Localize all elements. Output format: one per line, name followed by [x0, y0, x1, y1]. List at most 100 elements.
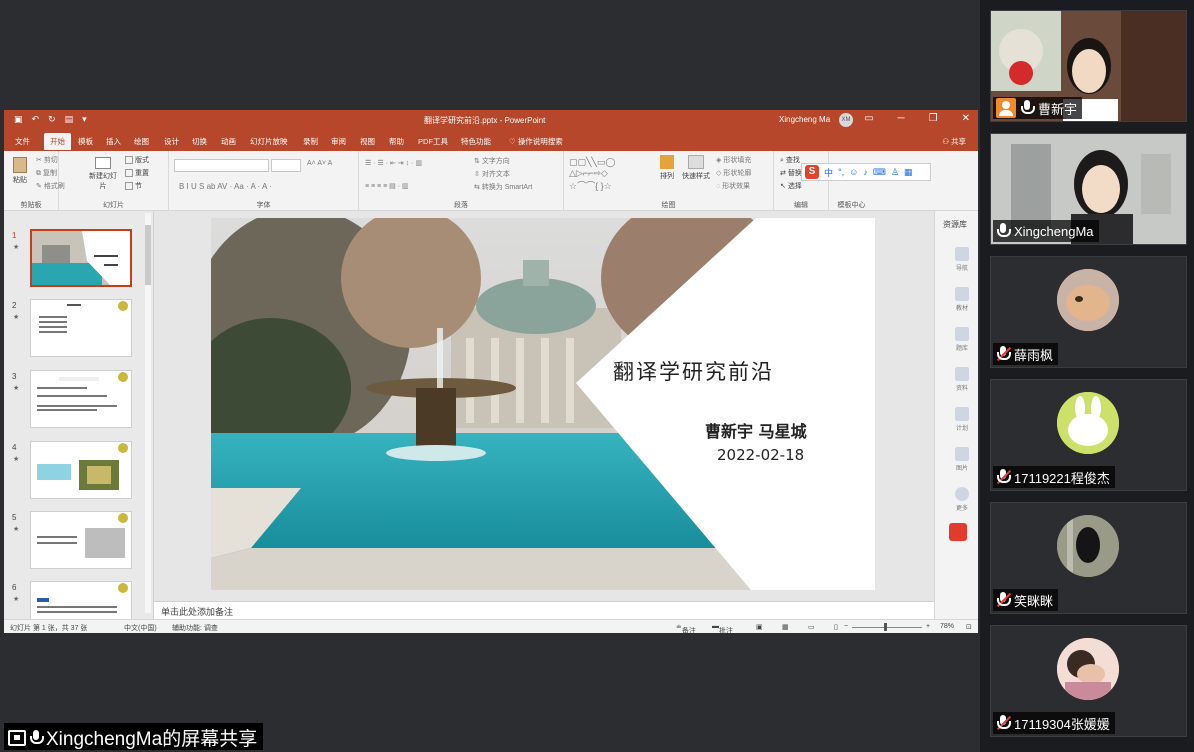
slide-thumbnail[interactable]: 5 ★ [8, 511, 148, 576]
align-buttons[interactable]: ≡ ≡ ≡ ≡ ▤ · ▥ [365, 182, 409, 190]
sorter-view-icon[interactable]: ▦ [782, 623, 789, 631]
zoom-slider-thumb[interactable] [884, 623, 887, 631]
zoom-level[interactable]: 78% [940, 623, 954, 630]
paste-button[interactable]: 粘贴 [10, 157, 30, 185]
tab-home[interactable]: 开始 [44, 133, 71, 150]
slide-title[interactable]: 翻译学研究前沿 [613, 356, 774, 386]
slide-thumbnail[interactable]: 1 ★ [8, 229, 148, 294]
resource-images-item[interactable]: 图片 [948, 447, 976, 472]
copy-button[interactable]: ⧉ 复制 [36, 168, 57, 178]
text-direction-button[interactable]: ⇅ 文字方向 [474, 156, 510, 166]
resource-plan-item[interactable]: 计划 [948, 407, 976, 432]
participant-tile[interactable]: 曹新宇 [990, 10, 1187, 122]
quick-styles-button[interactable]: 快速样式 [681, 155, 711, 181]
red-packet-icon[interactable] [949, 523, 967, 541]
customize-qat-icon[interactable]: ▾ [82, 114, 87, 125]
arrange-button[interactable]: 排列 [656, 155, 678, 181]
shape-fill-button[interactable]: ◈ 形状填充 [716, 155, 751, 165]
accessibility-status[interactable]: 辅助功能: 调查 [172, 623, 218, 633]
present-icon[interactable]: ▤ [65, 114, 74, 125]
tab-transitions[interactable]: 切换 [192, 136, 207, 147]
align-text-button[interactable]: ⇳ 对齐文本 [474, 169, 510, 179]
font-grow-icon[interactable]: A˄ A˅ A [307, 160, 332, 167]
resource-textbook-item[interactable]: 教材 [948, 287, 976, 312]
zoom-out-icon[interactable]: − [844, 623, 848, 630]
select-button[interactable]: ↖ 选择 [780, 181, 802, 191]
zoom-in-icon[interactable]: + [926, 623, 930, 630]
participant-tile[interactable]: 17119221程俊杰 [990, 379, 1187, 491]
tab-animations[interactable]: 动画 [221, 136, 236, 147]
tell-me-search[interactable]: ♡ 操作说明搜索 [509, 136, 563, 147]
fit-slide-icon[interactable]: ⊡ [966, 623, 972, 631]
tab-design[interactable]: 设计 [164, 136, 179, 147]
participant-tile[interactable]: XingchengMa [990, 133, 1187, 245]
tab-pdf-tools[interactable]: PDF工具 [418, 136, 448, 147]
minimize-icon[interactable]: ─ [898, 113, 905, 124]
maximize-icon[interactable]: ❐ [929, 113, 938, 124]
redo-icon[interactable]: ↻ [48, 114, 56, 125]
share-button[interactable]: ⚇ 共享 [942, 136, 966, 147]
ime-voice-icon[interactable]: ♪ [863, 167, 868, 177]
slide-thumbnail[interactable]: 2 ★ [8, 299, 148, 364]
tab-insert[interactable]: 插入 [106, 136, 121, 147]
thumbnail-scroll-thumb[interactable] [145, 225, 151, 285]
reset-button[interactable]: 重置 [125, 168, 149, 178]
participant-tile[interactable]: 薛雨枫 [990, 256, 1187, 368]
notes-pane[interactable]: 单击此处添加备注 [154, 601, 934, 619]
tab-file[interactable]: 文件 [15, 136, 30, 147]
language-status[interactable]: 中文(中国) [124, 623, 157, 633]
smartart-button[interactable]: ⇆ 转换为 SmartArt [474, 182, 532, 192]
tab-draw[interactable]: 绘图 [134, 136, 149, 147]
resource-materials-item[interactable]: 资料 [948, 367, 976, 392]
new-slide-button[interactable]: 新建幻灯片 [89, 157, 117, 191]
tab-features[interactable]: 特色功能 [461, 136, 491, 147]
replace-button[interactable]: ⇄ 替换 [780, 168, 802, 178]
resource-navigation-item[interactable]: 导航 [948, 247, 976, 272]
comments-toggle[interactable]: ▬ 批注 [712, 623, 733, 633]
slide-authors[interactable]: 曹新宇 马星城 [705, 418, 807, 442]
list-buttons[interactable]: ☰ · ☰ · ⇤ ⇥ ↕ · ▥ [365, 159, 422, 167]
close-icon[interactable]: ✕ [962, 113, 970, 124]
ime-emoji-icon[interactable]: ☺ [849, 167, 858, 177]
shape-effects-button[interactable]: ◌ 形状效果 [716, 181, 750, 191]
resource-more-item[interactable]: 更多 [948, 487, 976, 512]
participant-tile[interactable]: 笑眯眯 [990, 502, 1187, 614]
zoom-slider[interactable] [852, 627, 922, 628]
slide-thumbnail[interactable]: 6 ★ [8, 581, 148, 619]
notes-toggle[interactable]: ≐ 备注 [676, 623, 696, 633]
tab-slideshow[interactable]: 幻灯片放映 [250, 136, 288, 147]
shape-outline-button[interactable]: ◇ 形状轮廓 [716, 168, 751, 178]
ime-chinese-icon[interactable]: 中 [824, 166, 833, 179]
reading-view-icon[interactable]: ▭ [808, 623, 815, 631]
resource-question-bank-item[interactable]: 题库 [948, 327, 976, 352]
shapes-gallery[interactable]: ▢▢╲╲▭◯ △▷⌐⌐⇨◇ ☆⌒⌒{ }☆ [569, 157, 615, 192]
tab-review[interactable]: 审阅 [331, 136, 346, 147]
slide-thumbnail[interactable]: 4 ★ [8, 441, 148, 506]
layout-button[interactable]: 版式 [125, 155, 149, 165]
ime-skin-icon[interactable]: ♙ [891, 167, 899, 178]
slide-thumbnail[interactable]: 3 ★ [8, 370, 148, 435]
ribbon-display-icon[interactable]: ▭ [864, 113, 873, 124]
user-avatar[interactable]: XM [839, 113, 853, 127]
cut-button[interactable]: ✂ 剪切 [36, 155, 58, 165]
font-name-input[interactable] [174, 159, 269, 172]
ime-tools-icon[interactable]: ▦ [904, 167, 913, 178]
current-slide[interactable]: 翻译学研究前沿 曹新宇 马星城 2022-02-18 [211, 218, 875, 590]
section-button[interactable]: 节 [125, 181, 142, 191]
font-size-input[interactable] [271, 159, 301, 172]
tab-template[interactable]: 模板 [78, 136, 93, 147]
tab-help[interactable]: 帮助 [389, 136, 404, 147]
find-button[interactable]: ⌕ 查找 [780, 155, 800, 165]
undo-icon[interactable]: ↶ [32, 114, 40, 125]
ime-toolbar[interactable]: S 中 °, ☺ ♪ ⌨ ♙ ▦ [801, 163, 931, 181]
tab-record[interactable]: 录制 [303, 136, 318, 147]
save-icon[interactable]: ▣ [14, 114, 23, 125]
slide-date[interactable]: 2022-02-18 [717, 446, 804, 464]
tab-view[interactable]: 视图 [360, 136, 375, 147]
resource-pane-title[interactable]: 资源库 [943, 219, 967, 230]
ime-keyboard-icon[interactable]: ⌨ [873, 167, 886, 178]
participant-tile[interactable]: 17119304张媛媛 [990, 625, 1187, 737]
user-name[interactable]: Xingcheng Ma [779, 115, 830, 124]
slideshow-view-icon[interactable]: ▯ [834, 623, 838, 631]
ime-punct-icon[interactable]: °, [838, 167, 844, 177]
